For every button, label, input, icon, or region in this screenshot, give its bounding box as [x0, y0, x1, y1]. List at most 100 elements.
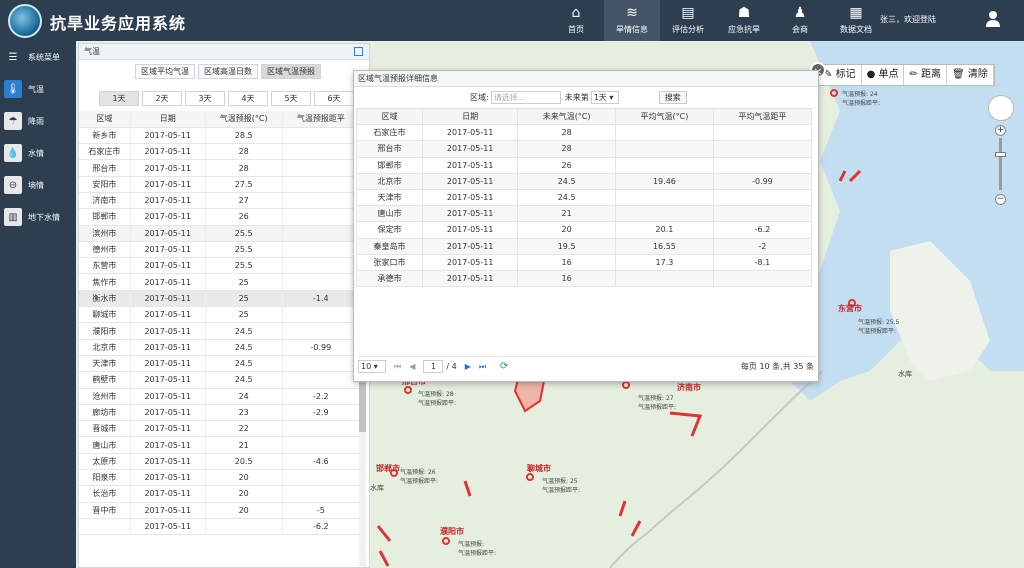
- tab-area-avg-temp[interactable]: 区域平均气温: [135, 64, 195, 79]
- table-row[interactable]: 天津市 2017-05-11 24.5: [79, 355, 361, 373]
- table-row[interactable]: 天津市 2017-05-11 24.5: [355, 188, 813, 207]
- day-button[interactable]: 1天: [99, 91, 139, 106]
- table-row[interactable]: 保定市 2017-05-11 20 20.1 -6.2: [355, 221, 813, 239]
- day-button[interactable]: 4天: [228, 91, 268, 106]
- future-label: 未来第: [564, 93, 589, 102]
- table-cell: 2017-05-11: [422, 172, 519, 190]
- table-row[interactable]: 滨州市 2017-05-11 25.5: [79, 225, 361, 242]
- table-row[interactable]: 2017-05-11 -6.2: [79, 518, 361, 536]
- column-header[interactable]: 日期: [130, 111, 206, 128]
- compass-icon[interactable]: [988, 95, 1014, 121]
- table-cell: 20.5: [205, 453, 283, 471]
- nav-assessment[interactable]: ▤ 评估分析: [660, 0, 716, 41]
- table-row[interactable]: 石家庄市 2017-05-11 28: [355, 124, 813, 142]
- column-header[interactable]: 区域: [79, 111, 131, 128]
- column-header[interactable]: 气温预报距平: [282, 111, 361, 128]
- table-cell: 28: [517, 140, 617, 158]
- table-row[interactable]: 鹤壁市 2017-05-11 24.5: [79, 371, 361, 389]
- table-row[interactable]: 晋中市 2017-05-11 20 -5: [79, 502, 361, 519]
- user-icon[interactable]: [985, 10, 1001, 28]
- table-row[interactable]: 邢台市 2017-05-11 28: [355, 140, 813, 158]
- table-row[interactable]: 廊坊市 2017-05-11 23 -2.9: [79, 404, 361, 422]
- zoom-out-button[interactable]: −: [995, 194, 1006, 205]
- last-page-icon[interactable]: ⏭: [479, 362, 486, 372]
- nav-drought-info[interactable]: ≋ 旱情信息: [604, 0, 660, 41]
- table-row[interactable]: 太原市 2017-05-11 20.5 -4.6: [79, 453, 361, 471]
- table-row[interactable]: 张家口市 2017-05-11 16 17.3 -8.1: [355, 253, 813, 271]
- table-row[interactable]: 焦作市 2017-05-11 25: [79, 273, 361, 291]
- column-header[interactable]: 气温预报(°C): [205, 111, 283, 128]
- refresh-icon[interactable]: ⟳: [500, 361, 508, 372]
- day-button[interactable]: 2天: [142, 91, 182, 106]
- table-cell: [615, 205, 714, 223]
- table-row[interactable]: 石家庄市 2017-05-11 28: [79, 143, 361, 161]
- table-row[interactable]: 聊城市 2017-05-11 25: [79, 306, 361, 324]
- city-marker[interactable]: [526, 473, 534, 481]
- day-button[interactable]: 6天: [314, 91, 354, 106]
- city-label-puyang: 濮阳市: [440, 527, 464, 536]
- page-input[interactable]: 1: [423, 360, 444, 373]
- column-header[interactable]: 未来气温(°C): [517, 107, 617, 126]
- next-page-icon[interactable]: ▶: [465, 362, 471, 371]
- column-header[interactable]: 日期: [422, 107, 519, 126]
- table-row[interactable]: 承德市 2017-05-11 16: [355, 269, 813, 288]
- first-page-icon[interactable]: ⏮: [394, 362, 401, 372]
- tab-area-temp-forecast[interactable]: 区域气温预报: [261, 64, 321, 79]
- table-row[interactable]: 唐山市 2017-05-11 21: [355, 205, 813, 223]
- table-row[interactable]: 北京市 2017-05-11 24.5 19.46 -0.99: [355, 172, 813, 190]
- zoom-knob[interactable]: [995, 152, 1006, 157]
- sidebar-item-soil[interactable]: ⊖ 墒情: [0, 169, 76, 201]
- table-row[interactable]: 济南市 2017-05-11 27: [79, 192, 361, 210]
- zoom-in-button[interactable]: +: [995, 125, 1006, 136]
- city-marker[interactable]: [442, 537, 450, 545]
- table-row[interactable]: 德州市 2017-05-11 25.5: [79, 241, 361, 259]
- sidebar-item-temperature[interactable]: 🌡 气温: [0, 73, 76, 105]
- nav-documents[interactable]: ▦ 数据文档: [828, 0, 884, 41]
- search-button[interactable]: 搜索: [658, 91, 687, 104]
- city-popup: 气温预报: 25 气温预报距平:: [542, 478, 581, 494]
- day-button[interactable]: 3天: [185, 91, 225, 106]
- column-header[interactable]: 区域: [355, 107, 424, 126]
- table-row[interactable]: 濮阳市 2017-05-11 24.5: [79, 322, 361, 340]
- nav-home[interactable]: ⌂ 首页: [548, 0, 604, 41]
- table-row[interactable]: 秦皇岛市 2017-05-11 19.5 16.55 -2: [355, 237, 813, 255]
- column-header[interactable]: 平均气温距平: [712, 107, 813, 126]
- table-row[interactable]: 安阳市 2017-05-11 27.5: [79, 176, 361, 193]
- table-row[interactable]: 邯郸市 2017-05-11 26: [79, 208, 361, 226]
- table-cell: 20: [517, 221, 617, 239]
- sidebar-item-rain[interactable]: ☂ 降雨: [0, 105, 76, 137]
- sidebar-item-groundwater[interactable]: ▥ 地下水情: [0, 201, 76, 233]
- column-header[interactable]: 平均气温(°C): [615, 107, 714, 126]
- table-row[interactable]: 邢台市 2017-05-11 28: [79, 159, 361, 177]
- sidebar-item-menu[interactable]: ☰ 系统菜单: [0, 41, 76, 73]
- table-cell: 太原市: [79, 453, 131, 471]
- city-marker[interactable]: [830, 89, 838, 97]
- table-row[interactable]: 新乡市 2017-05-11 28.5: [79, 127, 361, 145]
- page-size-select[interactable]: 10 ▾: [358, 360, 386, 373]
- city-marker[interactable]: [404, 386, 412, 394]
- nav-consultation[interactable]: ♟ 会商: [772, 0, 828, 41]
- day-button[interactable]: 5天: [271, 91, 311, 106]
- grid-icon[interactable]: [354, 47, 363, 56]
- table-cell: 廊坊市: [79, 404, 131, 422]
- table-row[interactable]: 唐山市 2017-05-11 21: [79, 436, 361, 454]
- table-row[interactable]: 衡水市 2017-05-11 25 -1.4: [79, 290, 361, 308]
- table-row[interactable]: 阳泉市 2017-05-11 20: [79, 469, 361, 487]
- table-row[interactable]: 东营市 2017-05-11 25.5: [79, 257, 361, 275]
- table-row[interactable]: 长治市 2017-05-11 20: [79, 485, 361, 503]
- table-row[interactable]: 晋城市 2017-05-11 22: [79, 420, 361, 438]
- table-row[interactable]: 沧州市 2017-05-11 24 -2.2: [79, 388, 361, 405]
- tab-area-high-temp-days[interactable]: 区域高温日数: [198, 64, 258, 79]
- table-row[interactable]: 邯郸市 2017-05-11 26: [355, 156, 813, 174]
- city-marker[interactable]: [622, 381, 630, 389]
- zoom-slider[interactable]: [995, 138, 1006, 190]
- nav-emergency[interactable]: ☗ 应急抗旱: [716, 0, 772, 41]
- point-tool[interactable]: ● 单点: [862, 65, 905, 85]
- distance-tool[interactable]: ✏ 距离: [904, 65, 948, 85]
- prev-page-icon[interactable]: ◀: [409, 362, 415, 371]
- sidebar-item-water[interactable]: 💧 水情: [0, 137, 76, 169]
- table-row[interactable]: 北京市 2017-05-11 24.5 -0.99: [79, 339, 361, 356]
- future-day-select[interactable]: 1天 ▾: [590, 91, 619, 104]
- clear-tool[interactable]: 🗑 清除: [947, 65, 994, 85]
- region-select[interactable]: 请选择...: [490, 91, 561, 104]
